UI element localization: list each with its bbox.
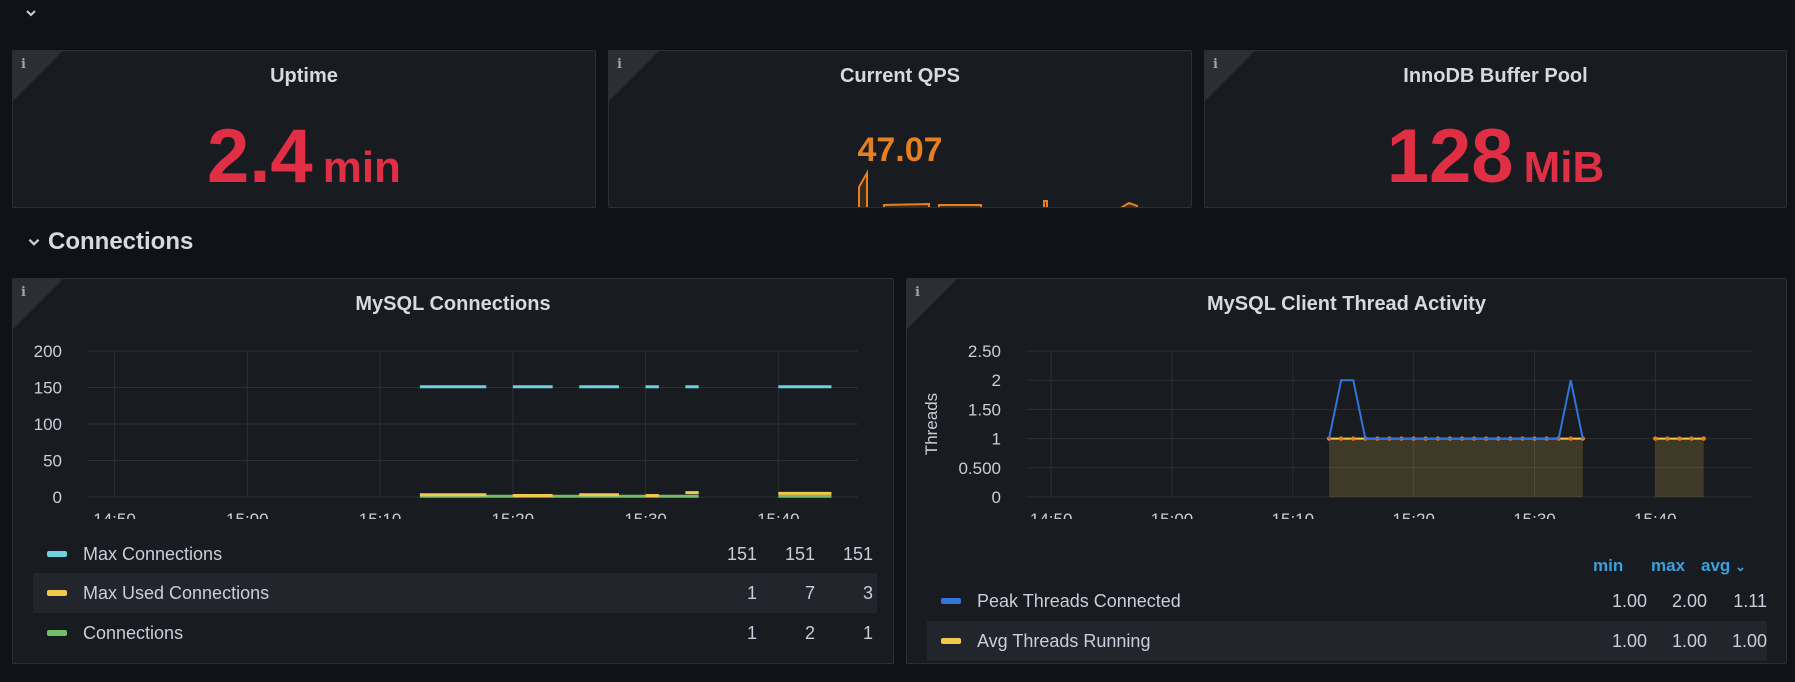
legend-avg: 1: [862, 622, 873, 643]
legend-avg: 151: [842, 543, 873, 564]
data-point: [1568, 436, 1573, 441]
buffer-pool-panel: i InnoDB Buffer Pool 128 MiB: [1204, 50, 1787, 208]
legend-header-avg-label: avg: [1701, 556, 1731, 575]
panel-title: Current QPS: [839, 65, 961, 87]
legend-header-min[interactable]: min: [1593, 556, 1623, 576]
legend-swatch: [47, 551, 67, 557]
y-tick-label: 200: [34, 342, 62, 361]
area-avg-threads: [1655, 438, 1704, 497]
x-tick-label: 15:10: [359, 510, 402, 519]
chevron-down-icon: [26, 10, 36, 17]
legend-max: 7: [804, 582, 815, 603]
y-tick-label: 2.50: [968, 342, 1001, 361]
legend-item-max-connections[interactable]: Max Connections 151 151 151: [33, 534, 877, 574]
y-tick-label: 50: [43, 452, 62, 471]
legend-min: 1: [746, 622, 757, 643]
legend-min: 1.00: [1611, 630, 1647, 651]
connections-chart[interactable]: 0 50 100 150 200 14:50 15:00 15:10 15:20 15:30 15:…: [13, 339, 894, 519]
x-tick-label: 15:40: [757, 510, 800, 519]
panel-title: MySQL Client Thread Activity: [1207, 293, 1486, 315]
y-tick-label: 0: [53, 488, 62, 507]
x-tick-label: 15:00: [1151, 510, 1194, 519]
x-tick-label: 14:50: [93, 510, 136, 519]
legend-item-connections[interactable]: Connections 1 2 1: [33, 613, 877, 653]
section-title: Connections: [48, 228, 194, 255]
legend-avg: 1.11: [1733, 590, 1767, 611]
y-tick-label: 150: [34, 379, 62, 398]
y-tick-label: 1: [992, 430, 1001, 449]
legend-min: 1: [746, 582, 757, 603]
data-point: [1689, 436, 1694, 441]
legend-max: 1.00: [1671, 630, 1707, 651]
legend-label: Max Connections: [83, 543, 223, 564]
panel-title: InnoDB Buffer Pool: [1403, 65, 1588, 87]
legend-swatch: [941, 598, 961, 604]
legend-header-avg[interactable]: avg ⌄: [1701, 556, 1746, 576]
area-avg-threads: [1329, 438, 1583, 497]
legend-swatch: [47, 630, 67, 636]
stat-unit: min: [322, 143, 401, 192]
y-tick-label: 2: [992, 371, 1001, 390]
data-point: [1653, 436, 1658, 441]
x-tick-label: 15:30: [1513, 510, 1556, 519]
chevron-down-icon: [28, 238, 40, 246]
legend-header-max[interactable]: max: [1651, 556, 1685, 576]
x-tick-label: 15:00: [226, 510, 269, 519]
y-axis-label: Threads: [922, 393, 941, 455]
panel-title: Uptime: [270, 65, 338, 87]
data-point: [1701, 436, 1706, 441]
x-tick-label: 15:30: [624, 510, 667, 519]
legend-item-max-used-connections[interactable]: Max Used Connections 1 7 3: [33, 573, 877, 613]
legend-min: 1.00: [1611, 590, 1647, 611]
legend-swatch: [941, 638, 961, 644]
legend-label: Max Used Connections: [83, 582, 270, 603]
stat-value: 47.07: [609, 131, 1191, 170]
mysql-connections-panel: i MySQL Connections 05010015020014:5015:…: [12, 278, 894, 664]
x-tick-label: 15:20: [1392, 510, 1435, 519]
legend-swatch: [47, 590, 67, 596]
stat-unit: MiB: [1523, 143, 1605, 192]
data-point: [1665, 436, 1670, 441]
x-tick-label: 15:40: [1634, 510, 1677, 519]
y-tick-label: 0: [992, 488, 1001, 507]
legend-min: 151: [726, 543, 757, 564]
legend-max: 2: [804, 622, 815, 643]
y-tick-label: 100: [34, 415, 62, 434]
legend-avg: 1.00: [1731, 630, 1767, 651]
panel-title: MySQL Connections: [355, 293, 551, 315]
qps-panel: i Current QPS 47.07: [608, 50, 1192, 208]
legend-avg: 3: [862, 582, 873, 603]
y-tick-label: 0.500: [958, 459, 1001, 478]
chevron-down-icon: ⌄: [1735, 559, 1746, 574]
y-tick-label: 1.50: [968, 400, 1001, 419]
stat-number: 128: [1386, 114, 1514, 199]
collapse-row-button[interactable]: [24, 6, 44, 26]
stat-value: 2.4 min: [13, 113, 595, 200]
legend-item-avg-threads[interactable]: Avg Threads Running 1.00 1.00 1.00: [927, 621, 1767, 661]
data-point: [1338, 436, 1344, 441]
legend-label: Peak Threads Connected: [977, 590, 1181, 611]
uptime-panel: i Uptime 2.4 min: [12, 50, 596, 208]
stat-number: 47.07: [857, 131, 943, 169]
data-point: [1677, 436, 1682, 441]
legend-max: 151: [784, 543, 815, 564]
stat-value: 128 MiB: [1205, 113, 1786, 200]
stat-number: 2.4: [207, 114, 313, 199]
legend-label: Avg Threads Running: [977, 630, 1151, 651]
x-tick-label: 15:10: [1272, 510, 1315, 519]
data-point: [1351, 436, 1356, 441]
x-tick-label: 15:20: [492, 510, 535, 519]
section-connections-toggle[interactable]: Connections: [26, 228, 193, 256]
x-tick-label: 14:50: [1030, 510, 1073, 519]
legend-max: 2.00: [1671, 590, 1707, 611]
legend-label: Connections: [83, 622, 184, 643]
legend-item-peak-threads[interactable]: Peak Threads Connected 1.00 2.00 1.11: [927, 581, 1767, 621]
threads-chart[interactable]: 0 0.500 1 1.50 2 2.50 14:50 15:00 15:10 15:20 15:3…: [907, 339, 1787, 519]
thread-activity-panel: i MySQL Client Thread Activity 0 0.500 1 1.…: [906, 278, 1787, 664]
